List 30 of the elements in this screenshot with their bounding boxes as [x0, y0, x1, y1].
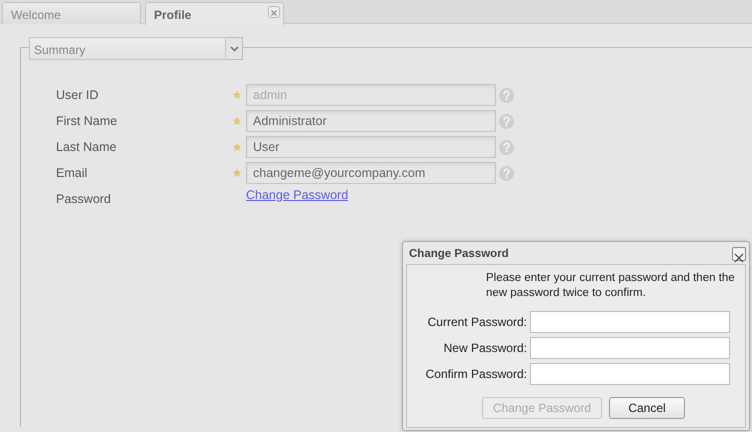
- help-icon: [499, 140, 514, 154]
- close-button[interactable]: [732, 247, 746, 261]
- dialog-title: Change Password: [408, 247, 510, 262]
- text-field[interactable]: Administrator: [246, 110, 496, 132]
- password-field[interactable]: [530, 337, 730, 359]
- change-password-link[interactable]: Change Password: [246, 186, 348, 204]
- text-field[interactable]: User: [246, 136, 496, 158]
- field-label: Email: [56, 164, 88, 182]
- field-label: Confirm Password:: [424, 366, 528, 383]
- dialog-message: Please enter your current password and then the new password twice to confirm.: [486, 271, 736, 301]
- tab[interactable]: Welcome: [2, 2, 141, 24]
- field-label: Last Name: [56, 138, 118, 156]
- field-label: Current Password:: [426, 314, 528, 331]
- tab-close-icon[interactable]: [268, 6, 280, 18]
- field-label: Password: [56, 190, 112, 208]
- section-dropdown[interactable]: Summary: [29, 37, 226, 60]
- tab[interactable]: Profile: [145, 2, 284, 25]
- text-field[interactable]: changeme@yourcompany.com: [246, 162, 496, 184]
- dropdown-button[interactable]: [226, 37, 243, 60]
- field-label: First Name: [56, 112, 118, 130]
- password-field[interactable]: [530, 363, 730, 385]
- help-icon: [499, 114, 514, 128]
- help-icon: [499, 88, 514, 102]
- dialog-button[interactable]: Cancel: [609, 397, 686, 419]
- password-field[interactable]: [530, 311, 730, 333]
- field-label: User ID: [56, 86, 100, 104]
- close-icon: [734, 252, 744, 263]
- field-label: New Password:: [442, 340, 528, 357]
- help-icon: [499, 166, 514, 180]
- caret-icon: [230, 46, 238, 52]
